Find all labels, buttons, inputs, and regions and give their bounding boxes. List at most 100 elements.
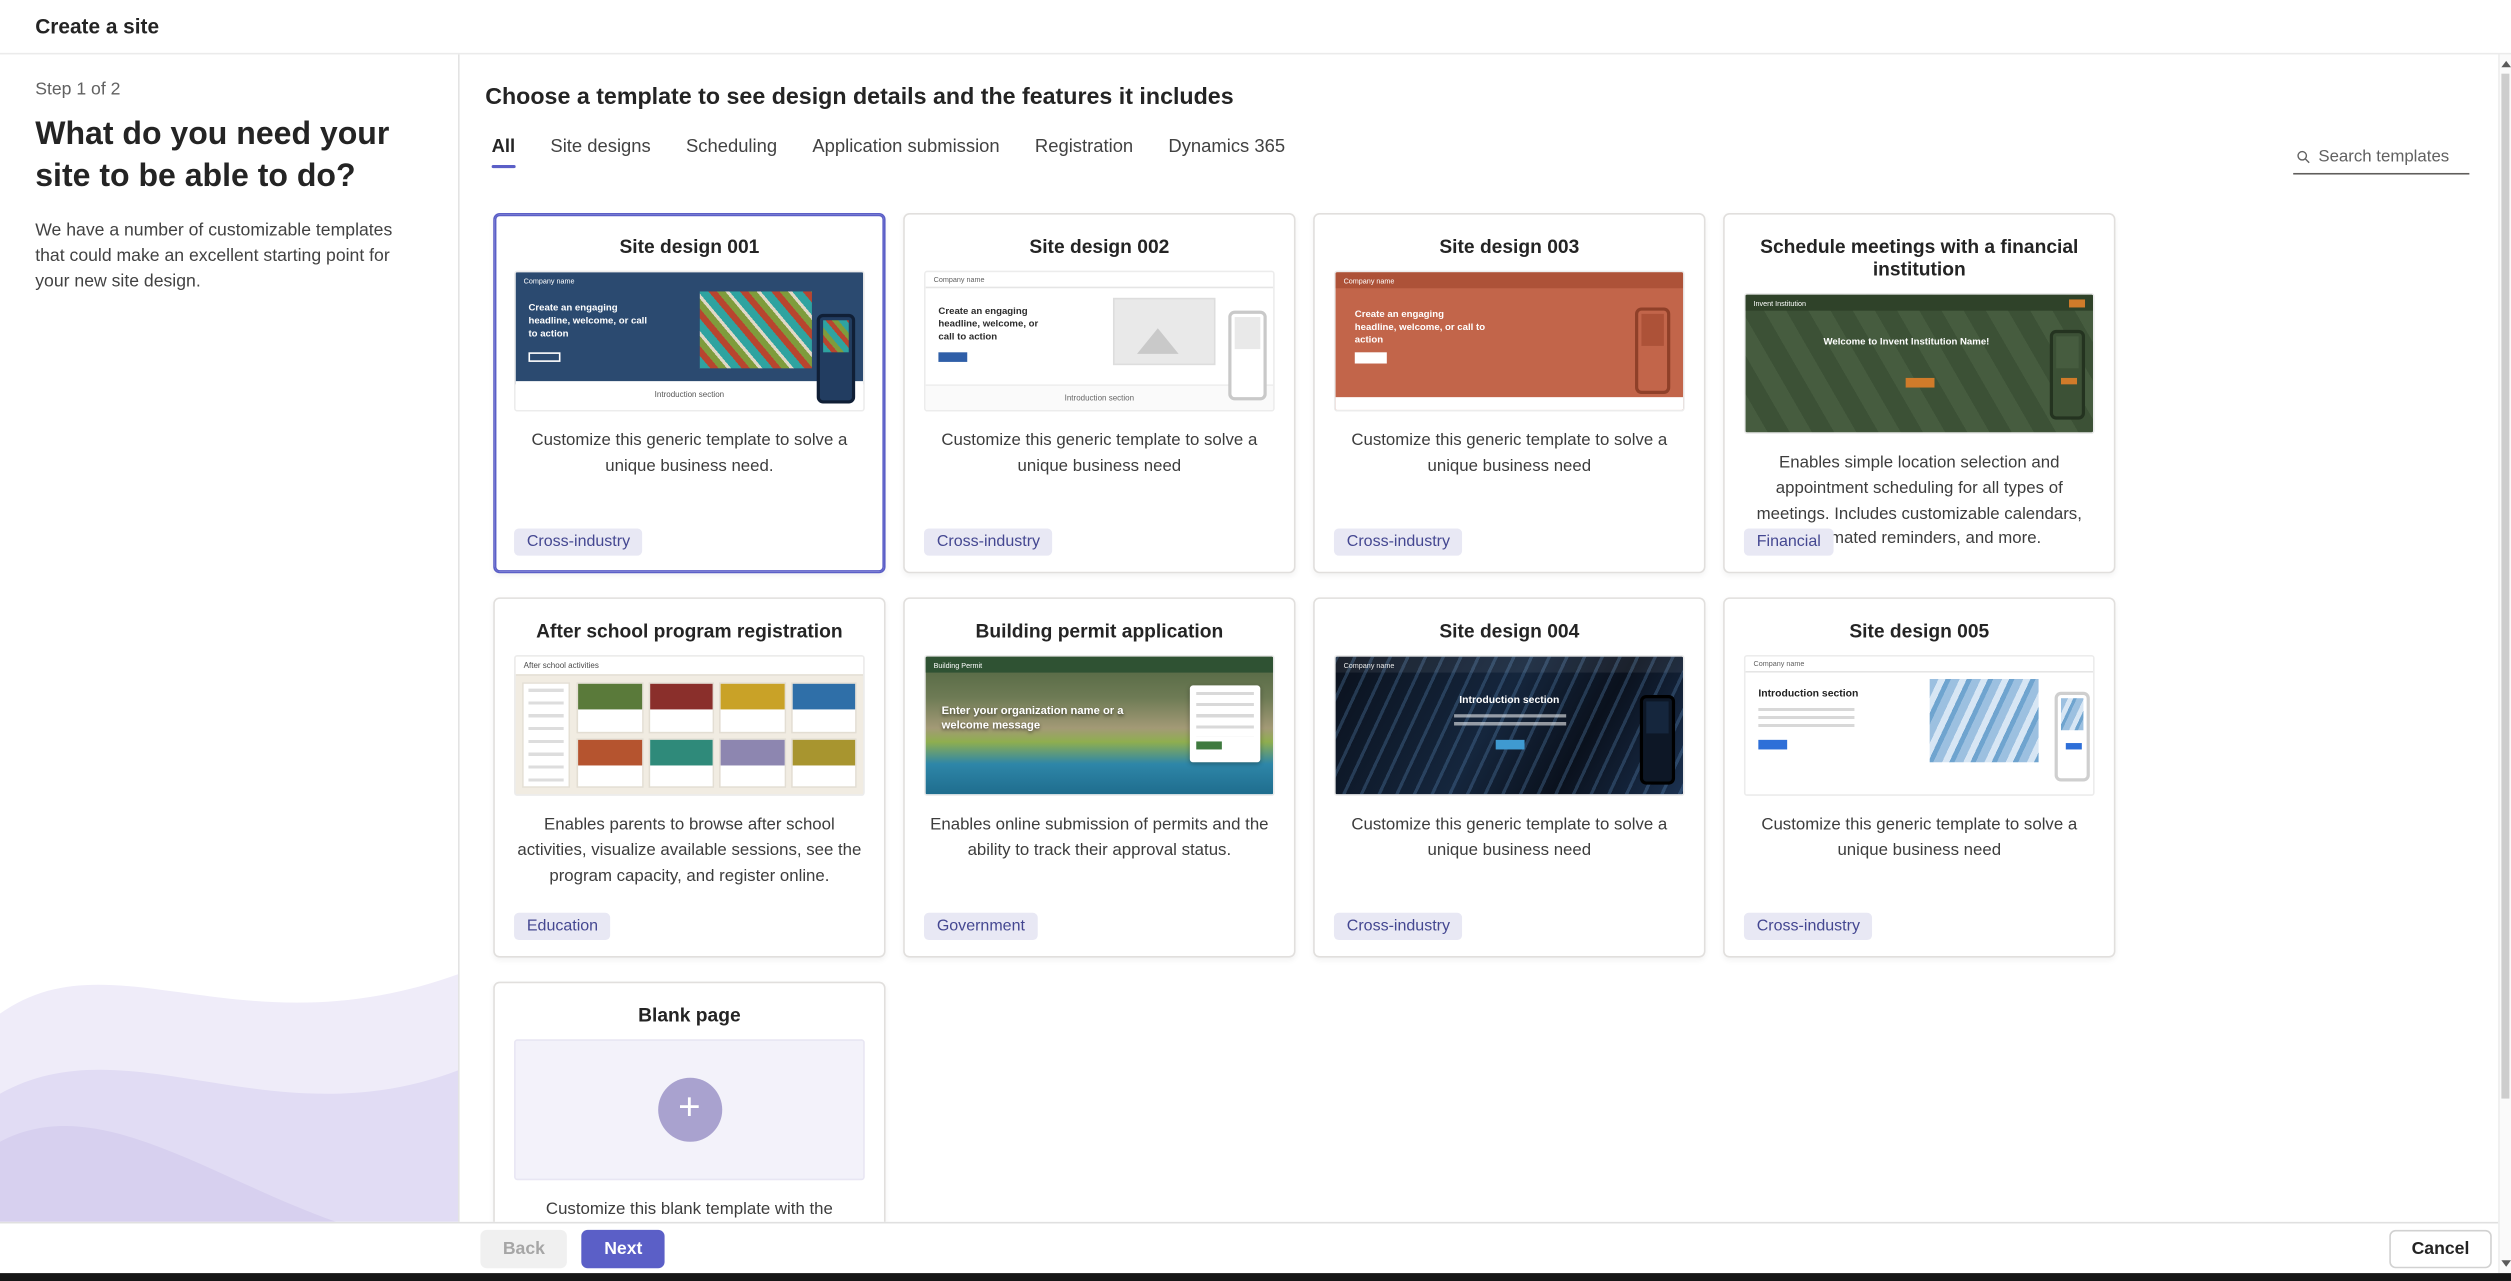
tab-label: Site designs xyxy=(550,137,651,157)
thumb-headline: Enter your organization name or a welcom… xyxy=(941,706,1124,732)
template-tag: Cross-industry xyxy=(924,528,1053,556)
thumb-cta-button xyxy=(1904,377,1934,388)
create-site-wizard: Create a site Step 1 of 2 What do you ne… xyxy=(0,0,2511,1281)
template-thumbnail: After school activities xyxy=(514,654,865,796)
thumb-cta-button xyxy=(1494,739,1524,750)
template-description: Enables online submission of permits and… xyxy=(930,815,1269,860)
app-title: Create a site xyxy=(35,14,160,39)
template-title: Site design 004 xyxy=(1439,619,1580,643)
tab-registration[interactable]: Registration xyxy=(1035,138,1133,168)
thumb-nav-button xyxy=(2069,298,2086,307)
thumb-phone xyxy=(816,313,856,404)
template-card-site-design-005[interactable]: Site design 005 Company name Introductio… xyxy=(1723,597,2116,958)
thumb-brand: Company name xyxy=(523,276,575,285)
thumb-brand: Company name xyxy=(1343,660,1395,669)
thumb-phone xyxy=(2049,329,2086,420)
thumb-phone-screen xyxy=(1641,313,1664,346)
template-title: Blank page xyxy=(638,1004,741,1027)
thumb-brand: After school activities xyxy=(523,660,599,671)
search-input[interactable] xyxy=(2318,146,2467,166)
template-card-financial-scheduling[interactable]: Schedule meetings with a financial insti… xyxy=(1723,212,2116,574)
thumb-phone xyxy=(1228,310,1267,401)
thumb-navbar: Building Permit xyxy=(925,656,1274,673)
thumb-phone-screen xyxy=(2056,336,2079,369)
template-card-site-design-001[interactable]: Site design 001 Company name Create an e… xyxy=(493,212,886,574)
template-tag: Education xyxy=(514,912,611,941)
template-description: Customize this generic template to solve… xyxy=(1351,430,1668,476)
footer: Back Next Cancel xyxy=(0,1221,2511,1274)
template-thumbnail xyxy=(514,1039,865,1181)
thumb-brand: Company name xyxy=(933,275,985,284)
template-card-building-permit[interactable]: Building permit application Building Per… xyxy=(903,597,1296,958)
thumb-activity-card xyxy=(576,737,643,788)
thumb-text-lines xyxy=(1758,707,1855,728)
template-thumbnail: Company name Create an engaging headline… xyxy=(514,270,865,412)
template-card-after-school-registration[interactable]: After school program registration After … xyxy=(493,597,886,958)
template-tag: Cross-industry xyxy=(1743,912,1873,941)
template-card-blank-page[interactable]: Blank page Customize this blank template… xyxy=(493,981,886,1222)
thumb-phone xyxy=(2054,691,2090,782)
thumb-activity-card xyxy=(647,737,715,788)
scroll-down-arrow-icon[interactable] xyxy=(2501,1260,2511,1267)
section-heading: Choose a template to see design details … xyxy=(485,84,1234,111)
tab-scheduling[interactable]: Scheduling xyxy=(686,138,777,168)
titlebar: Create a site xyxy=(0,0,2511,55)
template-thumbnail: Company name Create an engaging headline… xyxy=(1333,270,1685,412)
tab-label: Registration xyxy=(1034,137,1134,157)
scrollbar[interactable] xyxy=(2498,54,2511,1274)
template-card-site-design-004[interactable]: Site design 004 Company name Introductio… xyxy=(1313,597,1706,958)
thumb-navbar: Invent Institution xyxy=(1745,294,2094,311)
template-title: Site design 003 xyxy=(1439,235,1580,258)
scrollbar-thumb[interactable] xyxy=(2501,73,2510,1099)
template-thumbnail: Invent Institution Welcome to Invent Ins… xyxy=(1743,293,2095,434)
thumb-headline: Welcome to Invent Institution Name! xyxy=(1823,337,1990,348)
thumb-phone-screen xyxy=(1234,317,1261,350)
thumb-phone xyxy=(1639,695,1676,785)
main-panel: Choose a template to see design details … xyxy=(461,54,2499,1222)
thumb-filter-panel xyxy=(522,682,571,788)
back-button[interactable]: Back xyxy=(480,1229,568,1268)
tab-label: Application submission xyxy=(812,137,1000,157)
thumb-phone-screen xyxy=(823,320,849,353)
window-bottom-edge xyxy=(0,1273,2511,1281)
tab-application-submission[interactable]: Application submission xyxy=(812,138,999,168)
template-description: Customize this generic template to solve… xyxy=(1351,815,1668,860)
template-thumbnail: Company name Create an engaging headline… xyxy=(924,270,1275,412)
add-icon xyxy=(657,1077,722,1142)
thumb-activity-card xyxy=(719,737,786,788)
thumb-section-label: Introduction section xyxy=(925,384,1274,410)
scroll-up-arrow-icon[interactable] xyxy=(2501,60,2511,68)
tab-label: Dynamics 365 xyxy=(1168,137,1286,157)
next-button[interactable]: Next xyxy=(581,1229,665,1268)
template-thumbnail: Company name Introduction section xyxy=(1743,654,2095,796)
template-description: Customize this generic template to solve… xyxy=(531,430,848,476)
template-filter-tabs: All Site designs Scheduling Application … xyxy=(461,110,2498,169)
thumb-navbar: Company name xyxy=(1335,272,1684,289)
thumb-text-lines xyxy=(1453,714,1566,728)
template-card-site-design-002[interactable]: Site design 002 Company name Create an e… xyxy=(903,212,1296,574)
template-grid: Site design 001 Company name Create an e… xyxy=(493,212,2116,1222)
tab-dynamics-365[interactable]: Dynamics 365 xyxy=(1168,138,1285,168)
sidebar: Step 1 of 2 What do you need your site t… xyxy=(0,54,460,1222)
thumb-brand: Company name xyxy=(1753,659,1805,668)
thumb-phone-screen xyxy=(1646,701,1669,734)
template-title: Schedule meetings with a financial insti… xyxy=(1760,235,2079,281)
thumb-activity-card xyxy=(576,682,643,733)
thumb-brand: Building Permit xyxy=(933,660,983,669)
thumb-hero-image xyxy=(1929,678,2039,763)
thumb-headline: Introduction section xyxy=(1459,695,1560,707)
template-card-site-design-003[interactable]: Site design 003 Company name Create an e… xyxy=(1313,212,1706,574)
tab-all[interactable]: All xyxy=(491,137,516,169)
thumb-navbar: Company name xyxy=(1335,656,1684,673)
tab-label: Scheduling xyxy=(685,137,778,157)
thumb-headline: Create an engaging headline, welcome, or… xyxy=(938,307,1039,343)
search-templates-field[interactable] xyxy=(2293,139,2470,175)
template-thumbnail: Company name Introduction section xyxy=(1333,654,1685,796)
thumb-cta-button xyxy=(1758,739,1788,750)
tab-label: All xyxy=(491,137,516,157)
cancel-button[interactable]: Cancel xyxy=(2389,1229,2492,1268)
step-indicator: Step 1 of 2 xyxy=(35,80,121,100)
page-description: We have a number of customizable templat… xyxy=(35,220,393,292)
tab-site-designs[interactable]: Site designs xyxy=(550,138,650,168)
thumb-activity-card xyxy=(790,737,857,788)
